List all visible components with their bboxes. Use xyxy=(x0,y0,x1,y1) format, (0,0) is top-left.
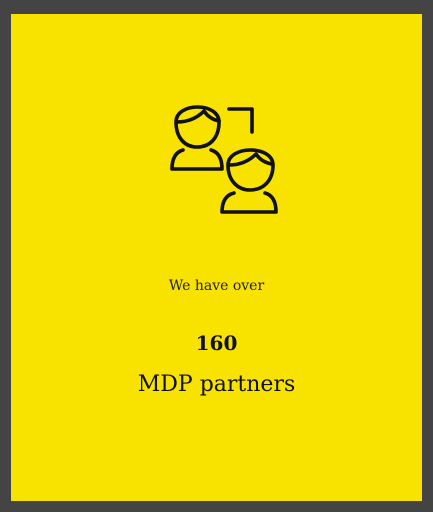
partners-icon xyxy=(166,92,296,222)
partner-label: MDP partners xyxy=(137,372,296,397)
intro-text: We have over xyxy=(168,278,265,294)
stat-card: We have over 160 MDP partners xyxy=(11,14,422,501)
partner-count: 160 xyxy=(195,331,238,355)
